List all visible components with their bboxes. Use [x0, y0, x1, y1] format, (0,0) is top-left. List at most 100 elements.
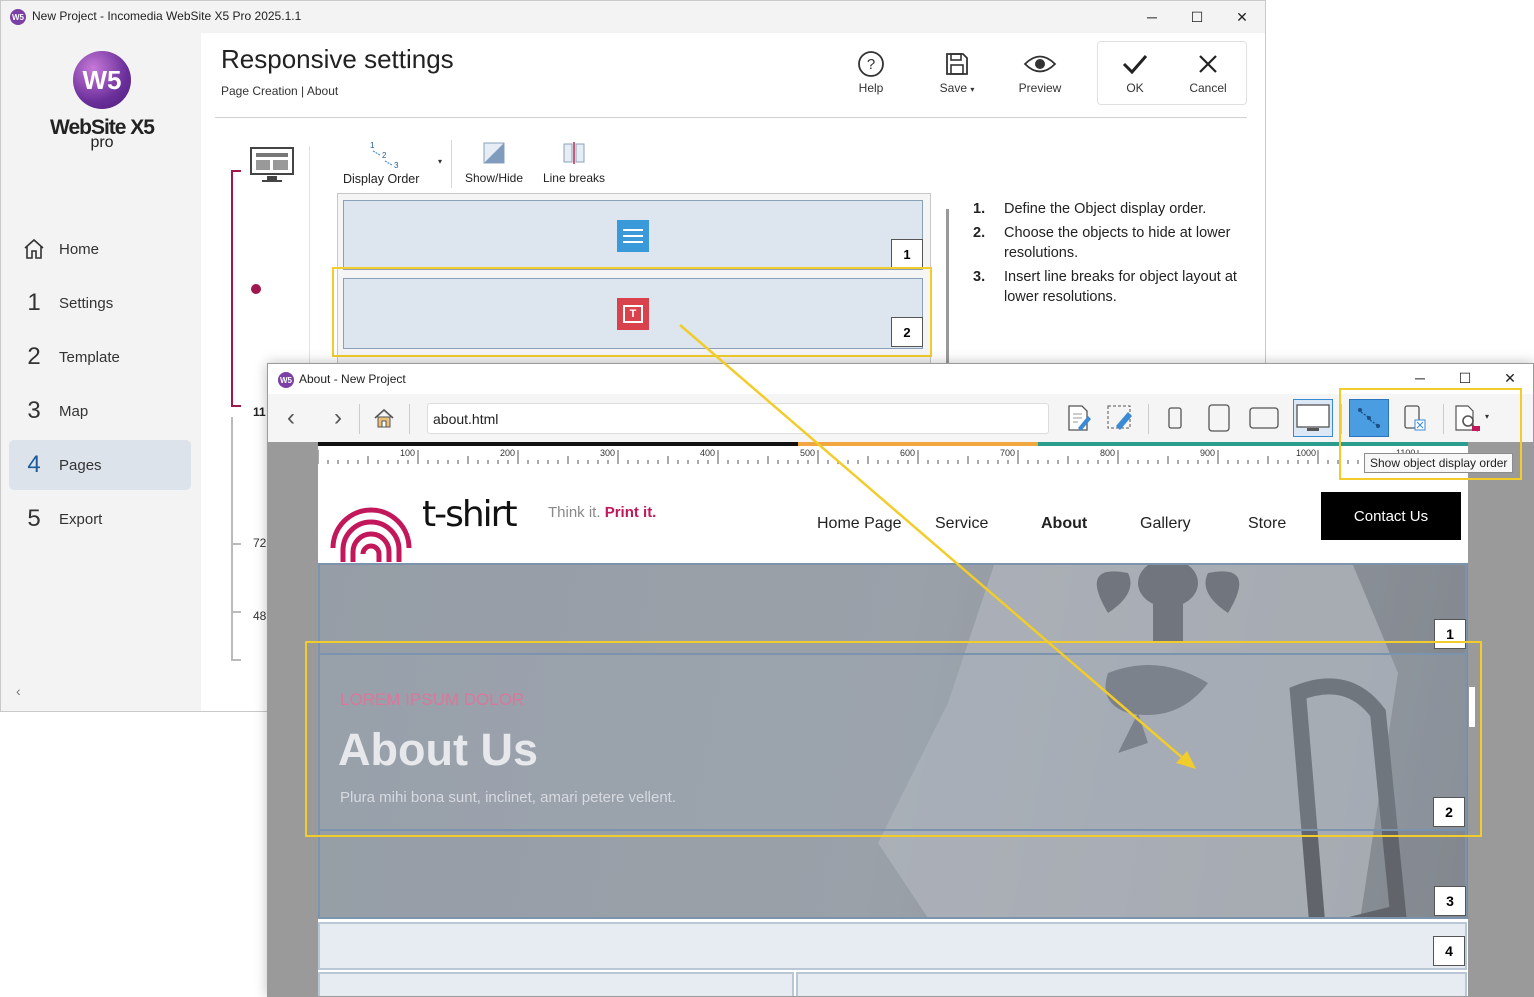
svg-text:1: 1 [370, 141, 375, 150]
close-button[interactable]: ✕ [1219, 1, 1265, 33]
object-number-3: 3 [1434, 886, 1466, 916]
menu-home-page[interactable]: Home Page [817, 515, 902, 533]
ruler-label: 500 [800, 448, 816, 458]
nav-label: Map [59, 402, 89, 420]
breakpoint-tick [231, 659, 241, 661]
forward-icon[interactable]: › [320, 400, 356, 436]
breakpoint-tick [231, 543, 241, 545]
cancel-label: Cancel [1189, 81, 1227, 95]
object-frame-6[interactable] [796, 972, 1467, 996]
menu-store[interactable]: Store [1248, 515, 1286, 533]
svg-text:?: ? [867, 56, 875, 73]
nav-home[interactable]: Home [9, 224, 191, 274]
display-order-tool[interactable]: 123 Display Order ▾ [341, 137, 442, 189]
edit-page-icon[interactable] [1061, 400, 1097, 436]
contact-us-label: Contact Us [1353, 507, 1429, 525]
toolbar-divider [409, 404, 410, 434]
close-icon [1176, 47, 1240, 81]
instruction-number: 1. [973, 201, 986, 217]
home-icon[interactable] [366, 400, 402, 436]
nav-number: 2 [27, 343, 41, 370]
display-order-label: Display Order [343, 172, 420, 186]
ruler-label: 700 [1000, 448, 1016, 458]
help-icon: ? [839, 47, 903, 81]
save-button[interactable]: Save ▾ [925, 47, 989, 107]
object-frame-5[interactable] [318, 972, 794, 996]
menu-about[interactable]: About [1041, 515, 1087, 533]
chevron-down-icon: ▾ [970, 85, 975, 94]
desktop-icon[interactable] [1293, 399, 1333, 437]
tablet-landscape-icon[interactable] [1246, 400, 1282, 436]
breakpoint-line-gray [231, 417, 233, 661]
object-slot-1[interactable]: 1 [343, 200, 923, 270]
breakpoint-line [231, 170, 233, 405]
help-button[interactable]: ? Help [839, 47, 903, 107]
nav-number: 4 [27, 451, 41, 478]
edit-object-icon[interactable] [1102, 400, 1138, 436]
highlight-box [1339, 388, 1522, 480]
ruler-label: 600 [900, 448, 916, 458]
svg-text:3: 3 [394, 161, 399, 169]
url-field[interactable]: about.html [427, 403, 1049, 434]
preview-label: Preview [1018, 81, 1062, 95]
toolbar-divider [359, 404, 360, 434]
nav-settings[interactable]: 1 Settings [9, 278, 191, 328]
menu-gallery[interactable]: Gallery [1140, 515, 1191, 533]
collapse-sidebar-icon[interactable]: ‹ [16, 683, 21, 699]
logo-edition: pro [90, 134, 114, 151]
nav-export[interactable]: 5 Export [9, 494, 191, 544]
tagline-highlight: Print it. [604, 504, 657, 521]
tagline-part: Think it. [548, 504, 601, 521]
nav-pages[interactable]: 4 Pages [9, 440, 191, 490]
ruler-label: 800 [1100, 448, 1116, 458]
show-hide-tool[interactable]: Show/Hide [459, 137, 529, 189]
breadcrumb: Page Creation | About [221, 84, 339, 98]
display-order-icon: 123 [368, 139, 402, 174]
ruler-label: 1000 [1296, 448, 1317, 458]
contact-us-button[interactable]: Contact Us [1321, 492, 1461, 540]
object-frame-4[interactable] [318, 922, 1467, 970]
site-logo-icon [328, 488, 414, 562]
instruction-text: Choose the objects to hide at lower reso… [1004, 225, 1231, 261]
back-icon[interactable]: ‹ [273, 400, 309, 436]
slot-number: 1 [891, 239, 923, 269]
ok-button[interactable]: OK [1103, 47, 1167, 107]
menu-service[interactable]: Service [935, 515, 988, 533]
show-hide-label: Show/Hide [464, 171, 524, 185]
nav-template[interactable]: 2 Template [9, 332, 191, 382]
line-breaks-icon [563, 142, 585, 164]
breakpoint-tick [231, 611, 241, 613]
preview-button[interactable]: Preview [1008, 47, 1072, 107]
window-title: New Project - Incomedia WebSite X5 Pro 2… [32, 9, 302, 23]
breakpoint-column-divider [309, 146, 310, 376]
site-tagline: Think it. Print it. [548, 504, 656, 521]
sidebar: W5 WebSite X5 pro Home 1 Settings 2 Temp… [1, 33, 201, 711]
cancel-button[interactable]: Cancel [1176, 47, 1240, 107]
url-text: about.html [433, 411, 499, 427]
line-breaks-tool[interactable]: Line breaks [539, 137, 609, 189]
nav-number: 1 [27, 289, 41, 316]
nav-label: Export [59, 510, 103, 528]
smartphone-icon[interactable] [1157, 400, 1193, 436]
minimize-button[interactable]: ─ [1129, 1, 1175, 33]
maximize-button[interactable]: ☐ [1174, 1, 1220, 33]
breakpoint-tick-top [231, 170, 241, 172]
toolbar-divider [1148, 404, 1149, 434]
ok-label: OK [1126, 81, 1144, 95]
highlight-box [305, 641, 1482, 837]
instruction-text: Insert line breaks for object layout at … [1004, 269, 1237, 305]
title-bar: W5 New Project - Incomedia WebSite X5 Pr… [1, 1, 1265, 33]
breakpoint-tick-bottom [231, 405, 241, 407]
home-icon [9, 237, 59, 261]
eye-icon [1008, 47, 1072, 81]
line-breaks-label: Line breaks [542, 171, 606, 185]
show-hide-icon [483, 142, 505, 164]
tablet-icon[interactable] [1201, 400, 1237, 436]
header-divider [215, 117, 1247, 118]
nav-map[interactable]: 3 Map [9, 386, 191, 436]
desktop-resolution-icon[interactable] [249, 146, 295, 184]
breakpoint-marker[interactable] [251, 284, 261, 294]
chevron-down-icon[interactable]: ▾ [438, 157, 442, 166]
page-title: Responsive settings [221, 44, 454, 74]
instruction-number: 2. [973, 225, 986, 241]
